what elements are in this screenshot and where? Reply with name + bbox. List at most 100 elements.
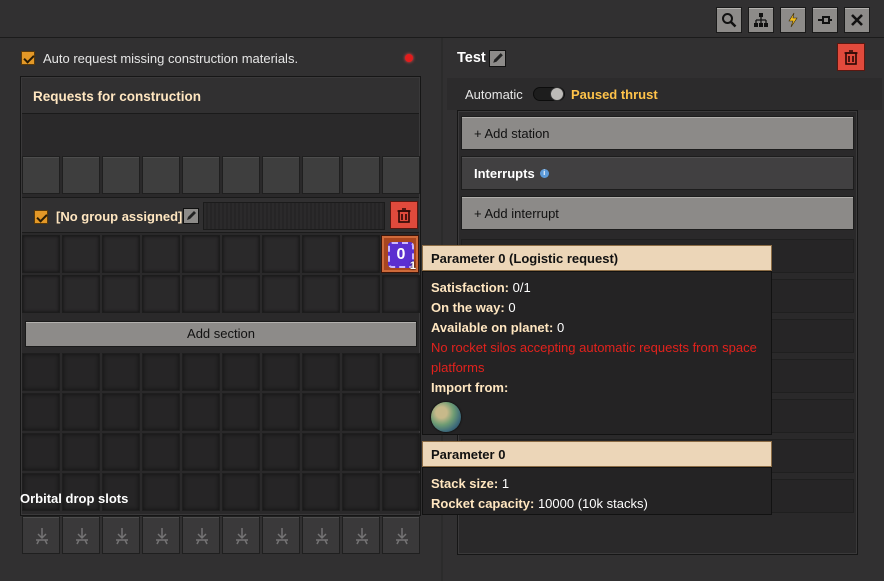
tt-stack-key: Stack size: [431,476,499,491]
request-slot[interactable] [262,235,300,273]
tt-satisfaction-val: 0/1 [512,280,531,295]
network-tree-icon [754,13,768,27]
auto-request-checkbox[interactable] [21,51,35,65]
automatic-toggle[interactable] [533,87,565,101]
cargo-pod-icon [276,528,288,545]
request-slot[interactable] [382,275,420,313]
request-slot[interactable] [142,235,180,273]
tooltip-request-body: Satisfaction: 0/1 On the way: 0 Availabl… [422,271,772,435]
rename-platform-button[interactable] [489,50,506,67]
status-indicator-dot [405,54,413,62]
empty-slot [342,353,380,391]
orbital-drop-slot[interactable] [142,516,180,554]
platform-title: Test [457,50,486,66]
toggle-knob [550,87,564,101]
orbital-drop-slot[interactable] [222,516,260,554]
request-slot[interactable] [222,235,260,273]
orbital-drop-slot[interactable] [262,516,300,554]
tt-on-the-way-val: 0 [508,300,516,315]
empty-slot [62,433,100,471]
orbital-drop-slot[interactable] [22,516,60,554]
delete-group-button[interactable] [390,201,418,229]
empty-slot [302,473,340,511]
tt-import-key: Import from: [431,380,509,395]
request-slot[interactable] [342,235,380,273]
filter-slot[interactable] [22,156,60,194]
cargo-pod-icon [36,528,48,545]
add-station-button[interactable]: + Add station [461,116,854,150]
request-slot[interactable] [62,275,100,313]
add-interrupt-button[interactable]: + Add interrupt [461,196,854,230]
parameter-slot[interactable]: 0 1 [381,235,419,273]
group-checkbox[interactable] [34,210,48,224]
request-slot[interactable] [62,235,100,273]
cargo-pod-icon [76,528,88,545]
close-button[interactable] [844,7,870,33]
empty-slot [302,393,340,431]
filter-slot[interactable] [142,156,180,194]
request-slot[interactable] [262,275,300,313]
cargo-pod-icon [236,528,248,545]
trash-icon [397,208,411,223]
request-slot[interactable] [22,235,60,273]
empty-slot [382,473,420,511]
orbital-drop-slot[interactable] [302,516,340,554]
filter-slot[interactable] [102,156,140,194]
tt-capacity-val: 10000 (10k stacks) [537,496,648,511]
request-slot[interactable] [182,275,220,313]
orbital-drop-slot[interactable] [62,516,100,554]
info-icon[interactable]: i [539,168,549,178]
request-slot[interactable] [102,235,140,273]
logistic-network-button[interactable] [748,7,774,33]
lightning-icon [788,12,798,28]
tooltip-header-request: Parameter 0 (Logistic request) [422,245,772,271]
electric-network-button[interactable] [780,7,806,33]
pin-button[interactable] [812,7,838,33]
empty-slot [262,353,300,391]
cargo-pod-icon [356,528,368,545]
tt-capacity-key: Rocket capacity: [431,496,535,511]
request-slot[interactable] [182,235,220,273]
filter-slot[interactable] [182,156,220,194]
request-slot[interactable] [302,275,340,313]
request-slot[interactable] [102,275,140,313]
filter-slot[interactable] [342,156,380,194]
request-slot[interactable] [302,235,340,273]
filter-slot[interactable] [262,156,300,194]
request-slot[interactable] [142,275,180,313]
add-section-button[interactable]: Add section [25,321,417,347]
filter-slot[interactable] [302,156,340,194]
orbital-drop-slot[interactable] [382,516,420,554]
empty-slot [142,393,180,431]
delete-platform-button[interactable] [837,43,865,71]
request-slot[interactable] [222,275,260,313]
empty-slot [102,393,140,431]
group-label: [No group assigned] [56,209,183,224]
trash-icon [844,50,858,65]
group-progress-bar [203,202,385,230]
empty-slot [222,353,260,391]
request-slot[interactable] [22,275,60,313]
orbital-drop-slot[interactable] [182,516,220,554]
requests-title: Requests for construction [33,89,202,104]
pencil-icon [187,211,196,220]
empty-slot [382,353,420,391]
group-row: [No group assigned] [22,197,419,233]
slot-count: 1 [409,260,416,272]
rename-group-button[interactable] [183,208,199,224]
orbital-drop-slot[interactable] [102,516,140,554]
empty-slot [222,393,260,431]
filter-slot[interactable] [62,156,100,194]
filter-slot[interactable] [382,156,420,194]
empty-slot [342,433,380,471]
request-slot[interactable] [342,275,380,313]
tt-available-val: 0 [556,320,565,335]
orbital-drop-slot[interactable] [342,516,380,554]
tt-stack-val: 1 [501,476,510,491]
pencil-icon [493,53,503,63]
add-station-label: + Add station [474,125,550,141]
cargo-pod-icon [156,528,168,545]
search-button[interactable] [716,7,742,33]
filter-slot[interactable] [222,156,260,194]
add-section-label: Add section [187,326,255,341]
